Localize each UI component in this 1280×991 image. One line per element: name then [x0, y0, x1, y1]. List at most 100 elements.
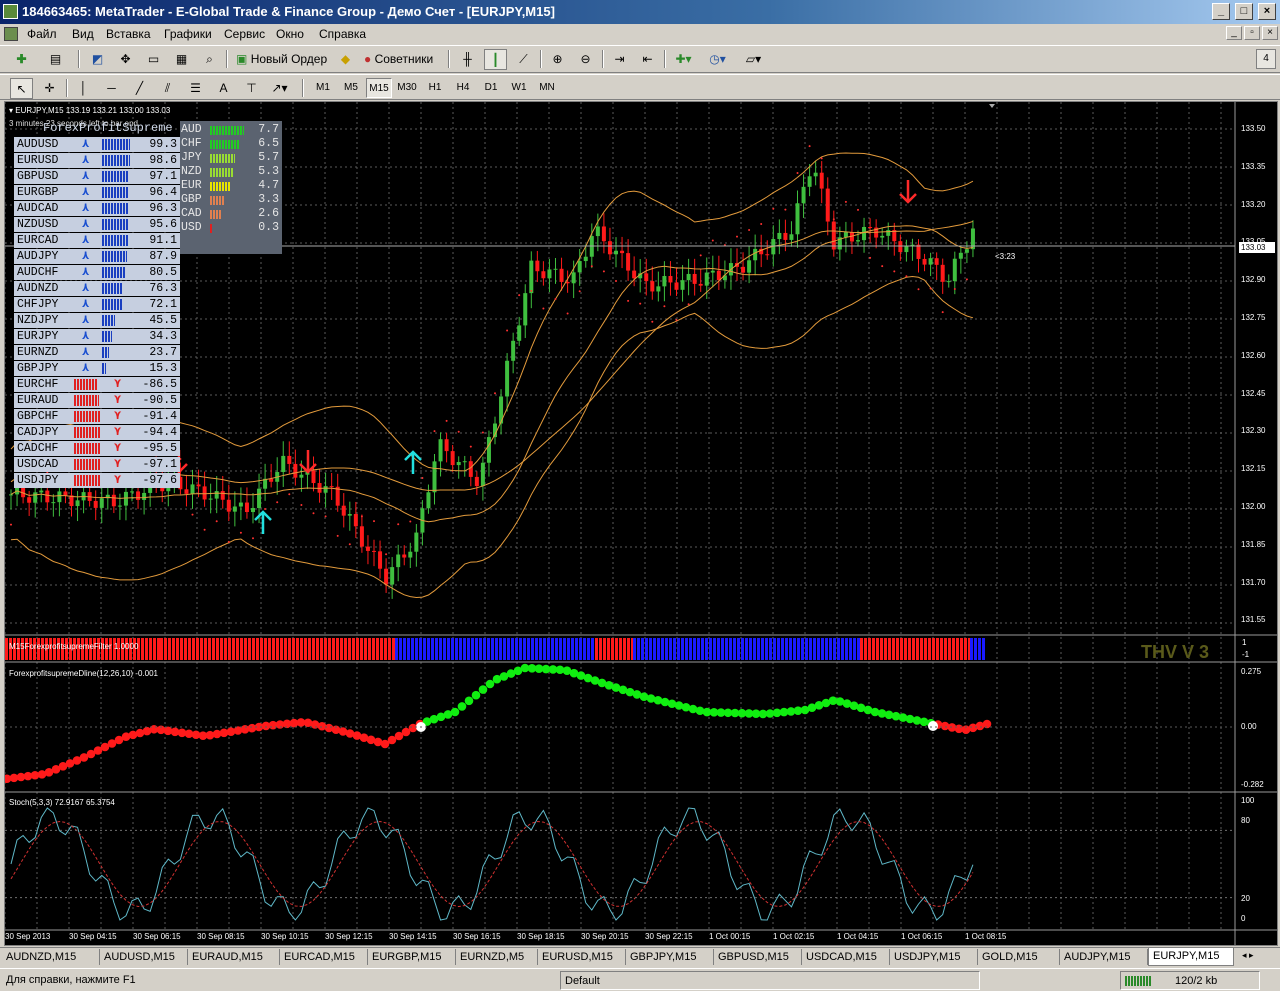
candle-body — [444, 439, 449, 452]
filter-bar — [611, 638, 614, 660]
time-tick: 30 Sep 08:15 — [197, 932, 245, 941]
filter-bar — [368, 638, 371, 660]
chart-tab[interactable]: GOLD,M15 — [978, 949, 1060, 965]
price-tick: 133.50 — [1241, 124, 1266, 133]
timeframe-h4[interactable]: H4 — [450, 78, 476, 98]
chart-tab[interactable]: EURGBP,M15 — [368, 949, 456, 965]
tab-scroll-arrows-icon[interactable]: ◂ ▸ — [1242, 950, 1254, 961]
chart-tab[interactable]: EURAUD,M15 — [188, 949, 280, 965]
chart-tab[interactable]: AUDUSD,M15 — [100, 949, 188, 965]
arrows-icon[interactable]: ↗▾ — [268, 78, 291, 99]
zoom-in-icon[interactable]: ⊕ — [546, 49, 569, 70]
chart-tab[interactable]: AUDJPY,M15 — [1060, 949, 1148, 965]
filter-bar — [829, 638, 832, 660]
candle-body — [783, 232, 788, 240]
text-icon[interactable]: A — [212, 78, 235, 99]
timeframe-m30[interactable]: M30 — [394, 78, 420, 98]
periods-icon[interactable]: ◷▾ — [706, 49, 729, 70]
candle-body — [414, 532, 419, 552]
bar-chart-icon[interactable]: ╫ — [456, 49, 479, 70]
chart-tab[interactable]: EURCAD,M15 — [280, 949, 368, 965]
close-button[interactable]: × — [1258, 3, 1276, 20]
new-chart-icon[interactable]: ✚ — [10, 49, 33, 70]
down-arrow-icon: ⋎ — [114, 473, 122, 487]
metaeditor-icon[interactable]: ◆ — [334, 49, 357, 70]
terminal-icon[interactable]: ▭ — [142, 49, 165, 70]
cursor-icon[interactable]: ↖ — [10, 78, 33, 99]
horizontal-line-icon[interactable]: ─ — [100, 78, 123, 99]
filter-bar — [773, 638, 776, 660]
trendline-icon[interactable]: ╱ — [128, 78, 151, 99]
candlestick-icon[interactable]: ┃ — [484, 49, 507, 70]
text-label-icon[interactable]: ⊤ — [240, 78, 263, 99]
data-window-icon[interactable]: ⌕ — [198, 49, 221, 70]
candle-body — [523, 293, 528, 326]
meter-pair-name: EURAUD — [17, 394, 59, 407]
indicators-icon[interactable]: ✚▾ — [672, 49, 695, 70]
menu-insert[interactable]: Вставка — [106, 26, 151, 42]
chart-tab[interactable]: AUDNZD,M15 — [2, 949, 100, 965]
timeframe-w1[interactable]: W1 — [506, 78, 532, 98]
filter-bar — [487, 638, 490, 660]
filter-bar — [765, 638, 768, 660]
timeframe-d1[interactable]: D1 — [478, 78, 504, 98]
vertical-line-icon[interactable]: │ — [72, 78, 95, 99]
menu-tools[interactable]: Сервис — [224, 26, 265, 42]
navigator-icon[interactable]: ✥ — [114, 49, 137, 70]
menu-charts[interactable]: Графики — [164, 26, 212, 42]
profile-count[interactable]: 4 — [1256, 49, 1276, 69]
timeframe-h1[interactable]: H1 — [422, 78, 448, 98]
chart-shift-icon[interactable]: ⇤ — [636, 49, 659, 70]
candle-body — [595, 226, 600, 237]
candle-body — [117, 505, 122, 507]
menu-help[interactable]: Справка — [319, 26, 366, 42]
new-order-button[interactable]: ▣ Новый Ордер — [232, 49, 331, 70]
chart-tab[interactable]: EURNZD,M5 — [456, 949, 538, 965]
chart-window[interactable]: ▾ EURJPY,M15 133.19 133.21 133.00 133.03… — [4, 101, 1278, 946]
meter-pair-name: AUDUSD — [17, 138, 59, 151]
templates-icon[interactable]: ▱▾ — [742, 49, 765, 70]
equidistant-channel-icon[interactable]: ⫽ — [156, 78, 179, 99]
timeframe-mn[interactable]: MN — [534, 78, 560, 98]
maximize-button[interactable]: □ — [1235, 3, 1253, 20]
timeframe-m1[interactable]: M1 — [310, 78, 336, 98]
chart-tab[interactable]: USDJPY,M15 — [890, 949, 978, 965]
mdi-minimize-button[interactable]: _ — [1226, 26, 1242, 40]
strength-bar — [102, 251, 127, 262]
profiles-icon[interactable]: ▤ — [44, 49, 67, 70]
mdi-close-button[interactable]: × — [1262, 26, 1278, 40]
mdi-restore-button[interactable]: ▫ — [1244, 26, 1260, 40]
filter-bar — [304, 638, 307, 660]
market-watch-icon[interactable]: ◩ — [86, 49, 109, 70]
zoom-out-icon[interactable]: ⊖ — [574, 49, 597, 70]
menu-view[interactable]: Вид — [72, 26, 94, 42]
meter-pair-name: AUDCAD — [17, 202, 59, 215]
chart-tab[interactable]: GBPJPY,M15 — [626, 949, 714, 965]
sar-dot — [409, 520, 412, 523]
sar-dot — [578, 290, 581, 293]
timeframe-m15[interactable]: M15 — [366, 78, 392, 98]
chart-tab[interactable]: EURUSD,M15 — [538, 949, 626, 965]
filter-bar — [244, 638, 247, 660]
candle-body — [553, 268, 558, 270]
autoscroll-icon[interactable]: ⇥ — [608, 49, 631, 70]
filter-bar — [149, 638, 152, 660]
chart-tab[interactable]: USDCAD,M15 — [802, 949, 890, 965]
candle-body — [293, 463, 298, 478]
candle-body — [480, 462, 485, 487]
minimize-button[interactable]: _ — [1212, 3, 1230, 20]
fibonacci-icon[interactable]: ☰ — [184, 78, 207, 99]
candle-body — [505, 360, 510, 397]
chart-tab[interactable]: EURJPY,M15 — [1148, 948, 1234, 966]
menu-file[interactable]: Файл — [27, 26, 57, 42]
candle-body — [57, 491, 62, 503]
chart-tab[interactable]: GBPUSD,M15 — [714, 949, 802, 965]
menu-window[interactable]: Окно — [276, 26, 304, 42]
timeframe-m5[interactable]: M5 — [338, 78, 364, 98]
crosshair-icon[interactable]: ✛ — [38, 78, 61, 99]
sar-dot — [469, 445, 472, 448]
line-chart-icon[interactable]: ⟋ — [512, 49, 535, 70]
meter-pair-value: 98.6 — [149, 154, 177, 167]
expert-advisors-button[interactable]: ● Советники — [360, 49, 437, 70]
tester-icon[interactable]: ▦ — [170, 49, 193, 70]
